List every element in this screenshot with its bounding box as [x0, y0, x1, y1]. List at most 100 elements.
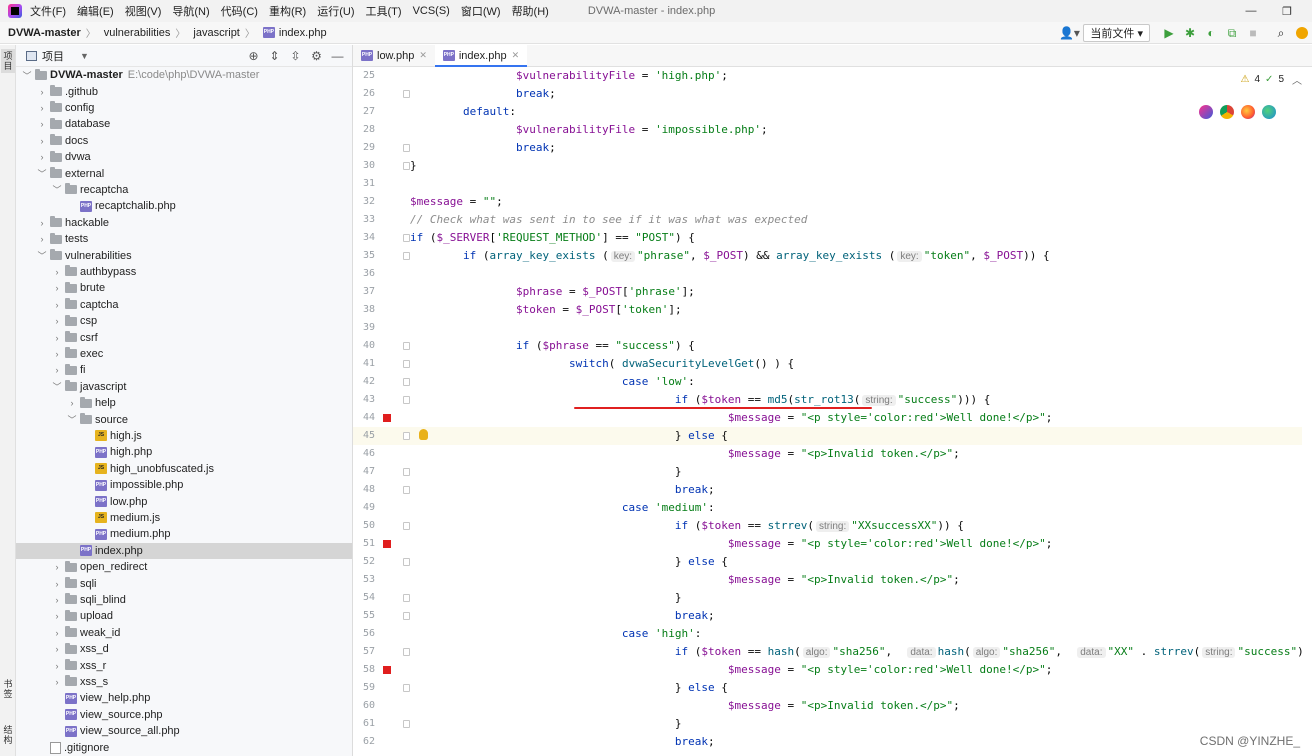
menu-navigate[interactable]: 导航(N) — [172, 3, 209, 19]
chevron-right-icon[interactable]: › — [67, 398, 77, 408]
line-number[interactable]: 27 — [353, 103, 375, 121]
chevron-down-icon[interactable]: ﹀ — [67, 413, 77, 426]
code-line[interactable]: 49 case 'medium': — [353, 499, 1312, 517]
tree-file[interactable]: JS high.js — [16, 428, 352, 444]
tree-folder[interactable]: ﹀ javascript — [16, 379, 352, 395]
line-number[interactable]: 32 — [353, 193, 375, 211]
breadcrumb-file[interactable]: PHP index.php — [262, 27, 327, 39]
chevron-right-icon[interactable]: › — [37, 103, 47, 113]
chevron-right-icon[interactable]: › — [37, 218, 47, 228]
project-panel-title[interactable]: 项目 — [42, 48, 64, 64]
fold-marker-icon[interactable] — [403, 522, 410, 530]
line-number[interactable]: 28 — [353, 121, 375, 139]
code-line[interactable]: 62 break; — [353, 733, 1312, 751]
tree-folder[interactable]: › xss_d — [16, 641, 352, 657]
line-number[interactable]: 50 — [353, 517, 375, 535]
chevron-right-icon[interactable]: › — [52, 677, 62, 687]
line-number[interactable]: 26 — [353, 85, 375, 103]
code-line[interactable]: 46 $message = "<p>Invalid token.</p>"; — [353, 445, 1312, 463]
update-icon[interactable] — [1292, 23, 1312, 43]
profile-icon[interactable]: ⧉ — [1222, 23, 1242, 43]
fold-marker-icon[interactable] — [403, 396, 410, 404]
tree-folder[interactable]: ﹀ vulnerabilities — [16, 247, 352, 263]
line-number[interactable]: 42 — [353, 373, 375, 391]
menu-window[interactable]: 窗口(W) — [461, 3, 501, 19]
code-line[interactable]: 28 $vulnerabilityFile = 'impossible.php'… — [353, 121, 1312, 139]
line-number[interactable]: 52 — [353, 553, 375, 571]
chevron-right-icon[interactable]: › — [37, 87, 47, 97]
chevron-right-icon[interactable]: › — [52, 579, 62, 589]
menu-view[interactable]: 视图(V) — [125, 3, 162, 19]
chevron-right-icon[interactable]: › — [52, 628, 62, 638]
code-line[interactable]: 60 $message = "<p>Invalid token.</p>"; — [353, 697, 1312, 715]
code-line[interactable]: 39 — [353, 319, 1312, 337]
tree-file[interactable]: PHP view_source_all.php — [16, 723, 352, 739]
chevron-down-icon[interactable]: ﹀ — [52, 380, 62, 393]
line-number[interactable]: 62 — [353, 733, 375, 751]
tree-folder[interactable]: ﹀ DVWA-master E:\code\php\DVWA-master — [16, 67, 352, 83]
chevron-right-icon[interactable]: › — [52, 595, 62, 605]
line-number[interactable]: 56 — [353, 625, 375, 643]
close-icon[interactable]: ✕ — [419, 50, 427, 61]
line-number[interactable]: 46 — [353, 445, 375, 463]
code-line[interactable]: 52 } else { — [353, 553, 1312, 571]
line-number[interactable]: 38 — [353, 301, 375, 319]
code-line[interactable]: 31 — [353, 175, 1312, 193]
menu-run[interactable]: 运行(U) — [317, 3, 354, 19]
line-number[interactable]: 34 — [353, 229, 375, 247]
firefox-icon[interactable] — [1241, 105, 1255, 119]
tree-folder[interactable]: ﹀ recaptcha — [16, 182, 352, 198]
tree-folder[interactable]: › brute — [16, 280, 352, 296]
bookmarks-tool-tab[interactable]: 书签 — [1, 679, 15, 699]
fold-marker-icon[interactable] — [403, 558, 410, 566]
code-line[interactable]: 33 // Check what was sent in to see if it… — [353, 211, 1312, 229]
fold-marker-icon[interactable] — [403, 234, 410, 242]
stop-icon[interactable]: ■ — [1243, 23, 1263, 43]
code-line[interactable]: 32 $message = ""; — [353, 193, 1312, 211]
line-number[interactable]: 30 — [353, 157, 375, 175]
tree-folder[interactable]: › config — [16, 100, 352, 116]
chevron-right-icon[interactable]: › — [52, 661, 62, 671]
run-icon[interactable]: ▶ — [1159, 23, 1179, 43]
tree-folder[interactable]: › database — [16, 116, 352, 132]
chevron-down-icon[interactable]: ▼ — [80, 51, 89, 61]
chevron-down-icon[interactable]: ﹀ — [22, 69, 32, 82]
fold-marker-icon[interactable] — [403, 378, 410, 386]
code-line[interactable]: 45 } else { — [353, 427, 1312, 445]
fold-marker-icon[interactable] — [403, 252, 410, 260]
code-line[interactable]: 44 $message = "<p style='color:red'>Well… — [353, 409, 1312, 427]
tree-file[interactable]: PHP impossible.php — [16, 477, 352, 493]
code-line[interactable]: 54 } — [353, 589, 1312, 607]
fold-marker-icon[interactable] — [403, 648, 410, 656]
chevron-right-icon[interactable]: › — [52, 611, 62, 621]
breadcrumb-folder[interactable]: javascript 〉 — [193, 25, 254, 41]
fold-marker-icon[interactable] — [403, 90, 410, 98]
editor-scrollbar[interactable] — [1302, 67, 1312, 756]
tree-file[interactable]: PHP recaptchalib.php — [16, 198, 352, 214]
tree-folder[interactable]: › help — [16, 395, 352, 411]
code-line[interactable]: 40 if ($phrase == "success") { — [353, 337, 1312, 355]
line-number[interactable]: 61 — [353, 715, 375, 733]
expand-all-icon[interactable]: ⇕ — [264, 49, 285, 63]
line-number[interactable]: 51 — [353, 535, 375, 553]
fold-marker-icon[interactable] — [403, 162, 410, 170]
tree-folder[interactable]: › exec — [16, 346, 352, 362]
line-number[interactable]: 25 — [353, 67, 375, 85]
edge-icon[interactable] — [1262, 105, 1276, 119]
fold-marker-icon[interactable] — [403, 144, 410, 152]
tree-folder[interactable]: › dvwa — [16, 149, 352, 165]
hide-icon[interactable]: — — [327, 49, 348, 63]
fold-marker-icon[interactable] — [403, 360, 410, 368]
code-line[interactable]: 47 } — [353, 463, 1312, 481]
tree-folder[interactable]: › xss_s — [16, 674, 352, 690]
line-number[interactable]: 55 — [353, 607, 375, 625]
tree-file[interactable]: PHP high.php — [16, 444, 352, 460]
line-number[interactable]: 29 — [353, 139, 375, 157]
code-line[interactable]: 42 case 'low': — [353, 373, 1312, 391]
line-number[interactable]: 37 — [353, 283, 375, 301]
code-area[interactable]: 25 $vulnerabilityFile = 'high.php'; 26 br… — [353, 67, 1312, 756]
fold-marker-icon[interactable] — [403, 720, 410, 728]
line-number[interactable]: 57 — [353, 643, 375, 661]
code-line[interactable]: 59 } else { — [353, 679, 1312, 697]
run-config-select[interactable]: 当前文件 ▾ — [1083, 24, 1150, 42]
